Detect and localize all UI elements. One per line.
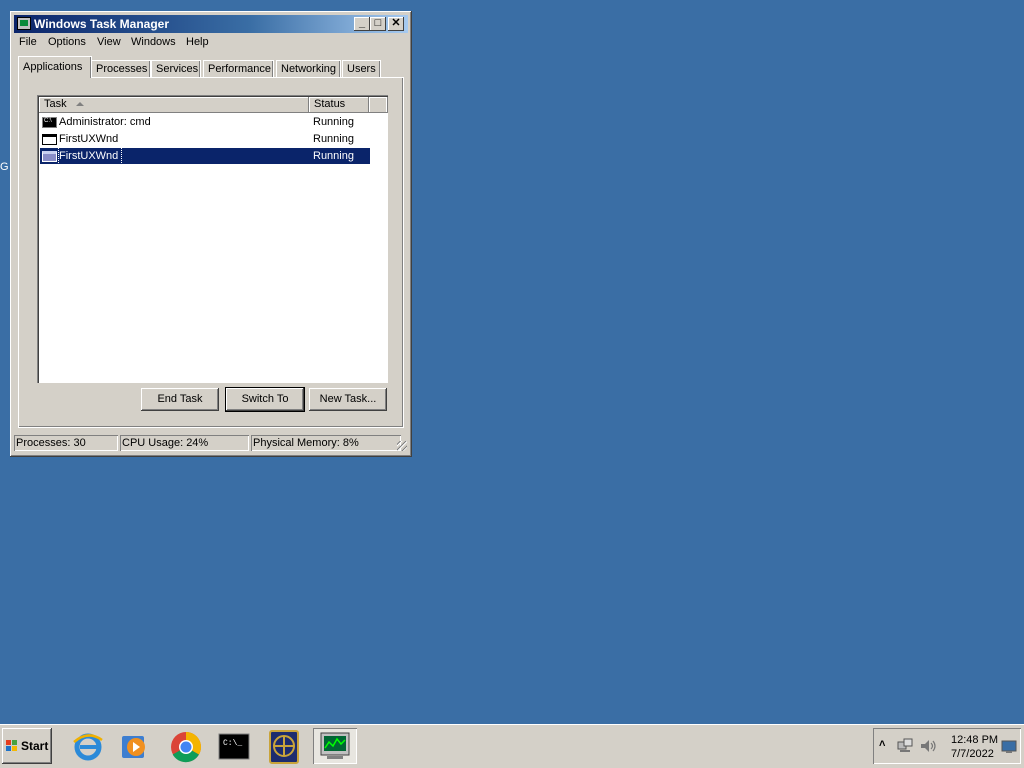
menu-bar: File Options View Windows Help [14, 34, 408, 52]
status-processes: Processes: 30 [14, 435, 118, 451]
cmd-icon [42, 117, 57, 128]
menu-file[interactable]: File [17, 36, 39, 48]
task-manager-window: Windows Task Manager _ □ ✕ File Options … [10, 11, 412, 457]
table-row[interactable]: FirstUXWnd Running [40, 131, 370, 147]
list-header: Task Status [39, 97, 386, 113]
table-row-selected[interactable]: FirstUXWnd Running [40, 147, 370, 165]
status-bar: Processes: 30 CPU Usage: 24% Physical Me… [14, 434, 408, 452]
maximize-button[interactable]: □ [370, 17, 386, 31]
tab-networking[interactable]: Networking [276, 60, 341, 78]
task-name: FirstUXWnd [59, 133, 119, 145]
taskbar: Start C:\_ ˄ 12:48 PM 7/7/2022 [0, 724, 1024, 768]
show-hidden-icons-chevron-icon[interactable]: ˄ [879, 738, 885, 750]
start-label: Start [21, 739, 49, 753]
svg-text:C:\_: C:\_ [223, 739, 242, 748]
new-task-button[interactable]: New Task... [309, 388, 387, 411]
status-cpu-usage: CPU Usage: 24% [120, 435, 249, 451]
column-header-filler [369, 97, 388, 113]
minimize-button[interactable]: _ [354, 17, 370, 31]
menu-help[interactable]: Help [184, 36, 211, 48]
windows-logo-icon [6, 740, 18, 752]
status-physical-memory: Physical Memory: 8% [251, 435, 401, 451]
show-desktop-icon[interactable] [1001, 740, 1017, 754]
volume-icon[interactable] [919, 738, 937, 754]
sort-ascending-icon [76, 102, 84, 106]
system-tray: ˄ 12:48 PM 7/7/2022 [873, 728, 1021, 764]
task-manager-icon[interactable] [313, 728, 357, 764]
chrome-icon[interactable] [164, 728, 208, 764]
tab-users[interactable]: Users [342, 60, 381, 78]
switch-to-button[interactable]: Switch To [226, 388, 304, 411]
window-title: Windows Task Manager [34, 17, 170, 31]
media-player-icon[interactable] [112, 728, 156, 764]
task-list[interactable]: Task Status Administrator: cmd Running F… [37, 95, 388, 383]
app-icon[interactable] [262, 728, 306, 764]
task-name: FirstUXWnd [57, 147, 123, 165]
tab-performance[interactable]: Performance [203, 60, 274, 78]
window-icon [42, 134, 57, 145]
menu-windows[interactable]: Windows [129, 36, 178, 48]
column-header-task[interactable]: Task [39, 97, 309, 113]
menu-view[interactable]: View [95, 36, 123, 48]
column-header-status[interactable]: Status [309, 97, 369, 113]
tab-processes[interactable]: Processes [91, 60, 151, 78]
title-bar[interactable]: Windows Task Manager _ □ ✕ [14, 15, 408, 33]
close-button[interactable]: ✕ [388, 17, 404, 31]
table-row[interactable]: Administrator: cmd Running [40, 114, 370, 130]
column-status-label: Status [314, 98, 346, 110]
end-task-button[interactable]: End Task [141, 388, 219, 411]
window-icon [42, 151, 57, 162]
task-status: Running [313, 116, 354, 128]
tab-applications[interactable]: Applications [18, 56, 92, 78]
tab-services[interactable]: Services [151, 60, 201, 78]
clock-date[interactable]: 7/7/2022 [951, 748, 994, 760]
menu-options[interactable]: Options [46, 36, 88, 48]
internet-explorer-icon[interactable] [66, 728, 110, 764]
task-name: Administrator: cmd [59, 116, 151, 128]
task-status: Running [313, 150, 354, 162]
resize-grip-icon[interactable] [397, 441, 407, 451]
cmd-icon[interactable]: C:\_ [212, 728, 256, 764]
start-button[interactable]: Start [2, 728, 52, 764]
desktop-icon-label-fragment: G [0, 161, 8, 173]
task-status: Running [313, 133, 354, 145]
clock-time[interactable]: 12:48 PM [951, 734, 998, 746]
network-icon[interactable] [897, 738, 913, 754]
task-manager-icon [17, 17, 31, 30]
column-task-label: Task [44, 98, 67, 110]
